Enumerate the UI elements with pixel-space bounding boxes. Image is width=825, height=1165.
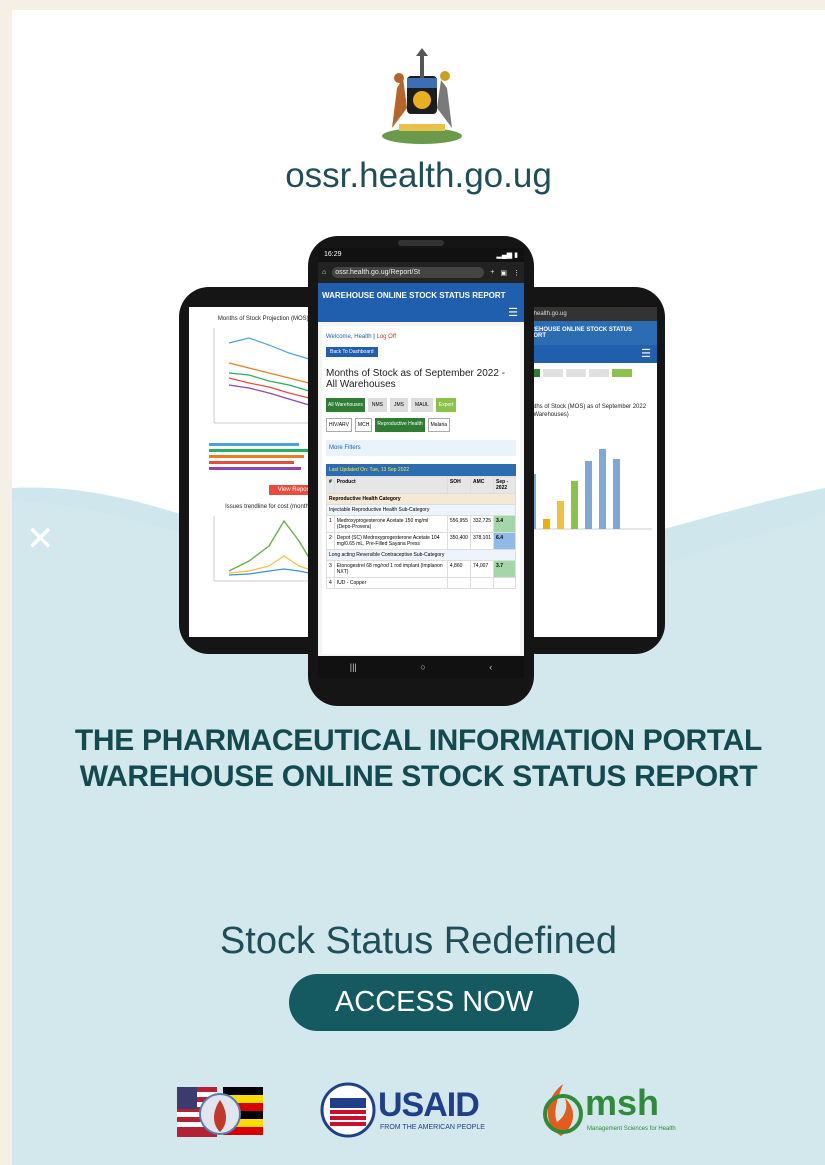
subcategory-row: Injectable Reproductive Health Sub-Categ… [326, 504, 516, 516]
coat-of-arms-emblem [382, 48, 462, 144]
report-nav: ☰ [318, 304, 524, 322]
right-report-title: WAREHOUSE ONLINE STOCK STATUS REPORT [517, 321, 657, 345]
table-row: 1 Medroxyprogesterone Acetate 150 mg/ml … [326, 515, 516, 533]
subcategory-row: Long acting Reversible Contraceptive Sub… [326, 549, 516, 561]
option-reproductive-health[interactable]: Reproductive Health [375, 418, 425, 432]
tab-all-warehouses[interactable]: All Warehouses [326, 398, 365, 412]
new-tab-icon[interactable]: + [490, 269, 494, 276]
browser-bar: ⌂ ossr.health.go.ug/Report/St + ▣ ⋮ [318, 262, 524, 283]
access-now-button[interactable]: ACCESS NOW [289, 974, 579, 1031]
address-bar[interactable]: ossr.health.go.ug/Report/St [332, 267, 485, 278]
tab-nms[interactable]: NMS [367, 398, 387, 412]
usaid-logo: USAID FROM THE AMERICAN PEOPLE [320, 1082, 490, 1144]
right-bar-chart [522, 449, 652, 530]
last-updated-bar: Last Updated On: Tue, 13 Sep 2022 [326, 464, 516, 476]
signal-icon: ▂▄▆ ▮ [496, 252, 518, 259]
headline: THE PHARMACEUTICAL INFORMATION PORTAL WA… [74, 724, 763, 793]
option-mch[interactable]: MCH [354, 418, 373, 432]
back-icon[interactable]: ‹ [489, 662, 492, 672]
status-bar: 16:29 ▂▄▆ ▮ [318, 248, 524, 262]
tabs-icon[interactable]: ▣ [500, 269, 507, 277]
welcome-text: Welcome, Health [326, 334, 372, 340]
table-row: 2 Depot (SC) Medroxyprogesterone Acetate… [326, 532, 516, 550]
recents-icon[interactable]: ||| [350, 662, 357, 672]
usaid-wordmark: USAID [378, 1086, 480, 1124]
right-hamburger-bar: ☰ [517, 345, 657, 363]
option-malaria[interactable]: Malaria [427, 418, 451, 432]
stock-table: # Product SOH AMC Sep - 2022 Reproductiv… [326, 476, 516, 589]
table-row: 3 Etonogestrel 68 mg/rod 1 rod implant (… [326, 560, 516, 578]
hamburger-menu-icon[interactable]: ☰ [508, 306, 518, 319]
poster-card: ✕ ossr.health.go.ug Months of Stock Proj… [12, 10, 825, 1165]
right-address-bar[interactable]: ossr.health.go.ug [517, 307, 657, 321]
more-menu-icon[interactable]: ⋮ [513, 269, 520, 277]
tab-maul[interactable]: MAUL [410, 398, 433, 412]
tagline: Stock Status Redefined [219, 920, 618, 962]
category-row: Reproductive Health Category [326, 493, 516, 505]
poster-frame: ✕ ossr.health.go.ug Months of Stock Proj… [0, 0, 825, 1165]
msh-wordmark: msh [585, 1082, 660, 1123]
right-chart-title: Months of Stock (MOS) as of September 20… [523, 404, 647, 418]
tab-export[interactable]: Export [435, 398, 457, 412]
report-title-bar: WAREHOUSE ONLINE STOCK STATUS REPORT [318, 283, 524, 304]
home-icon[interactable]: ⌂ [322, 269, 326, 276]
logoff-link[interactable]: Log Off [376, 334, 396, 340]
msh-logo: msh Management Sciences for Health [539, 1082, 689, 1144]
android-nav-bar: ||| ○ ‹ [318, 656, 524, 678]
right-phone-screen: ossr.health.go.ug WAREHOUSE ONLINE STOCK… [517, 307, 657, 637]
camera-notch [398, 240, 444, 246]
ministry-logo [177, 1082, 263, 1144]
back-to-dashboard-button[interactable]: Back To Dashboard [326, 347, 378, 357]
tab-jms[interactable]: JMS [389, 398, 408, 412]
table-header-row: # Product SOH AMC Sep - 2022 [326, 476, 516, 494]
status-time: 16:29 [324, 251, 342, 258]
center-phone: 16:29 ▂▄▆ ▮ ⌂ ossr.health.go.ug/Report/S… [308, 236, 534, 706]
menu-icon[interactable]: ☰ [641, 347, 651, 360]
usaid-subtitle: FROM THE AMERICAN PEOPLE [380, 1124, 485, 1131]
page-heading: Months of Stock as of September 2022 - A… [326, 368, 505, 390]
msh-flame-icon [543, 1084, 583, 1136]
ministry-emblem-icon [177, 1087, 263, 1137]
report-body: Welcome, Health | Log Off Back To Dashbo… [322, 326, 520, 654]
right-tab-row [517, 363, 657, 383]
option-hiv-arv[interactable]: HIV/ARV [326, 418, 352, 432]
usaid-seal-icon [320, 1082, 376, 1138]
program-options: HIV/ARV MCH Reproductive Health Malaria [326, 418, 516, 432]
more-filters[interactable]: More Filters [326, 440, 516, 456]
msh-subtitle: Management Sciences for Health [587, 1126, 676, 1132]
home-button-icon[interactable]: ○ [420, 662, 425, 672]
site-url[interactable]: ossr.health.go.ug [12, 156, 825, 196]
warehouse-tabs: All Warehouses NMS JMS MAUL Export [326, 398, 516, 412]
close-icon[interactable]: ✕ [26, 522, 56, 556]
center-phone-screen: 16:29 ▂▄▆ ▮ ⌂ ossr.health.go.ug/Report/S… [318, 248, 524, 678]
table-row: 4 IUD - Copper [326, 577, 516, 589]
